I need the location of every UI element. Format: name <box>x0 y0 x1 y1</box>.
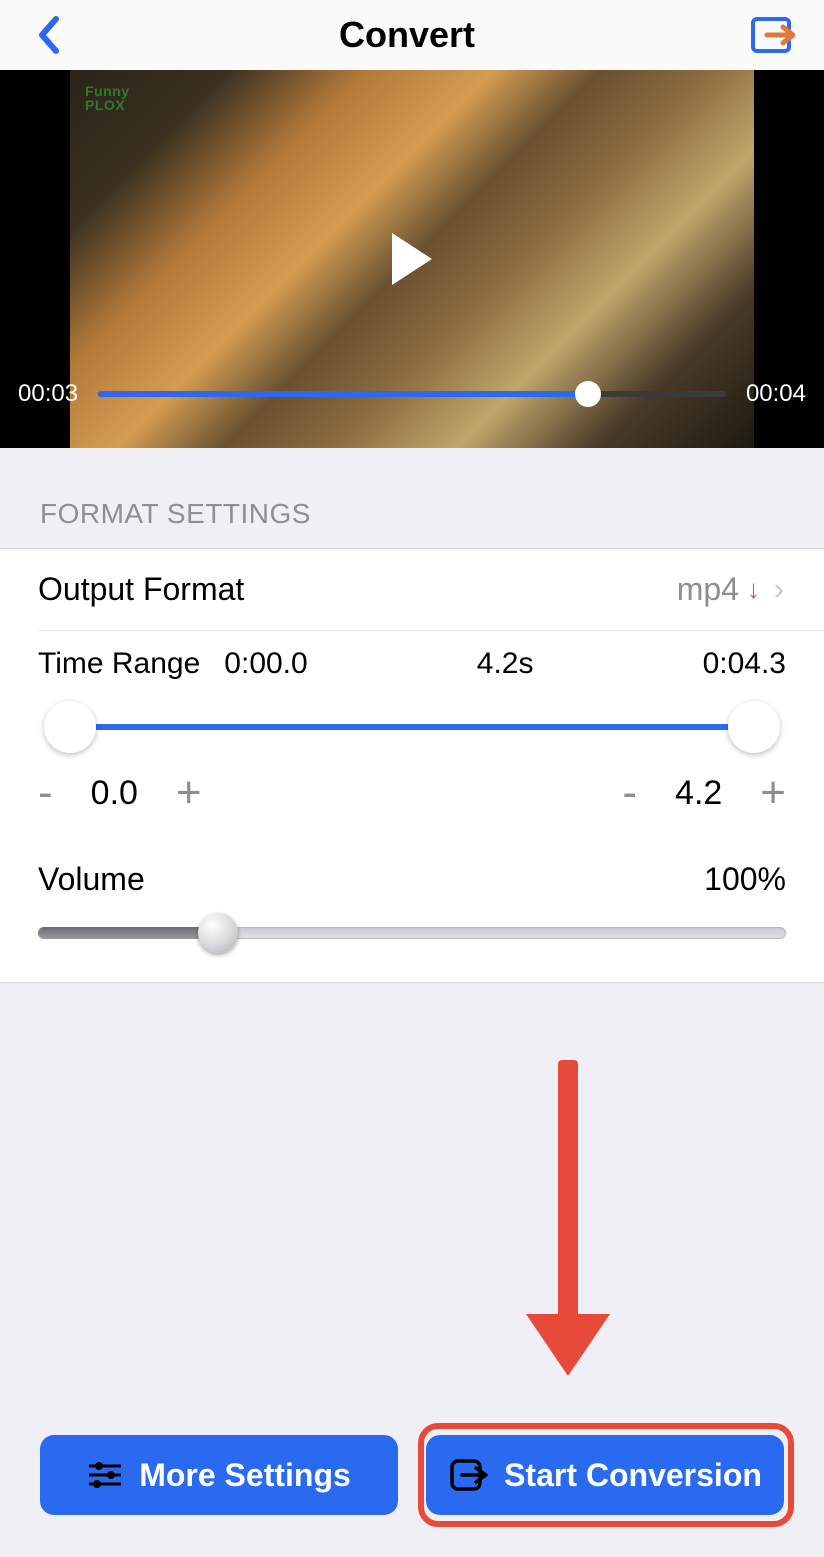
time-range-left-adjust: - 0.0 + <box>38 771 202 815</box>
time-range-handle-left[interactable] <box>44 701 96 753</box>
increase-end-button[interactable]: + <box>760 771 786 815</box>
time-range-right-adjust: - 4.2 + <box>622 771 786 815</box>
time-range-left-value: 0.0 <box>91 774 138 813</box>
start-conversion-label: Start Conversion <box>504 1457 762 1494</box>
volume-label: Volume <box>38 861 145 898</box>
page-title: Convert <box>339 14 475 56</box>
output-format-row[interactable]: Output Format mp4↓ › <box>0 549 824 630</box>
video-total-time: 00:04 <box>746 380 806 408</box>
time-range-start: 0:00.0 <box>224 647 307 681</box>
annotation-arrow <box>538 1060 598 1390</box>
video-preview[interactable]: FunnyPLOX 00:03 00:04 <box>0 70 824 448</box>
chevron-left-icon <box>37 16 59 54</box>
volume-fill <box>38 927 218 939</box>
more-settings-label: More Settings <box>139 1457 351 1494</box>
format-settings-heading: FORMAT SETTINGS <box>0 448 824 548</box>
decrease-start-button[interactable]: - <box>38 771 53 815</box>
time-range-block: Time Range 0:00.0 4.2s 0:04.3 - 0.0 + - … <box>0 631 824 849</box>
time-range-label: Time Range <box>38 647 200 681</box>
download-icon: ↓ <box>747 574 760 605</box>
decrease-end-button[interactable]: - <box>622 771 637 815</box>
time-range-end: 0:04.3 <box>703 647 786 681</box>
video-watermark: FunnyPLOX <box>85 84 130 112</box>
export-button[interactable] <box>746 10 796 60</box>
start-conversion-button[interactable]: Start Conversion <box>426 1435 784 1515</box>
time-range-right-value: 4.2 <box>675 774 722 813</box>
time-range-slider[interactable] <box>40 707 784 747</box>
play-icon[interactable] <box>392 233 432 285</box>
volume-slider[interactable] <box>38 918 786 948</box>
video-current-time: 00:03 <box>18 380 78 408</box>
time-range-track <box>46 724 778 730</box>
video-progress-row: 00:03 00:04 <box>18 380 806 408</box>
video-progress-bar[interactable] <box>98 391 726 397</box>
sliders-icon <box>87 1460 123 1490</box>
time-range-duration: 4.2s <box>308 647 703 681</box>
convert-icon <box>448 1457 488 1493</box>
volume-handle[interactable] <box>198 913 238 953</box>
header-bar: Convert <box>0 0 824 70</box>
back-button[interactable] <box>28 10 68 60</box>
export-icon <box>747 13 795 57</box>
output-format-value: mp4↓ › <box>677 571 784 608</box>
volume-value: 100% <box>704 861 786 898</box>
footer-buttons: More Settings Start Conversion <box>0 1435 824 1515</box>
time-range-handle-right[interactable] <box>728 701 780 753</box>
format-settings-panel: Output Format mp4↓ › Time Range 0:00.0 4… <box>0 548 824 983</box>
more-settings-button[interactable]: More Settings <box>40 1435 398 1515</box>
chevron-right-icon: › <box>774 573 784 607</box>
volume-block: Volume 100% <box>0 849 824 982</box>
video-progress-fill <box>98 391 588 397</box>
increase-start-button[interactable]: + <box>176 771 202 815</box>
video-progress-handle[interactable] <box>575 381 601 407</box>
output-format-label: Output Format <box>38 571 244 608</box>
